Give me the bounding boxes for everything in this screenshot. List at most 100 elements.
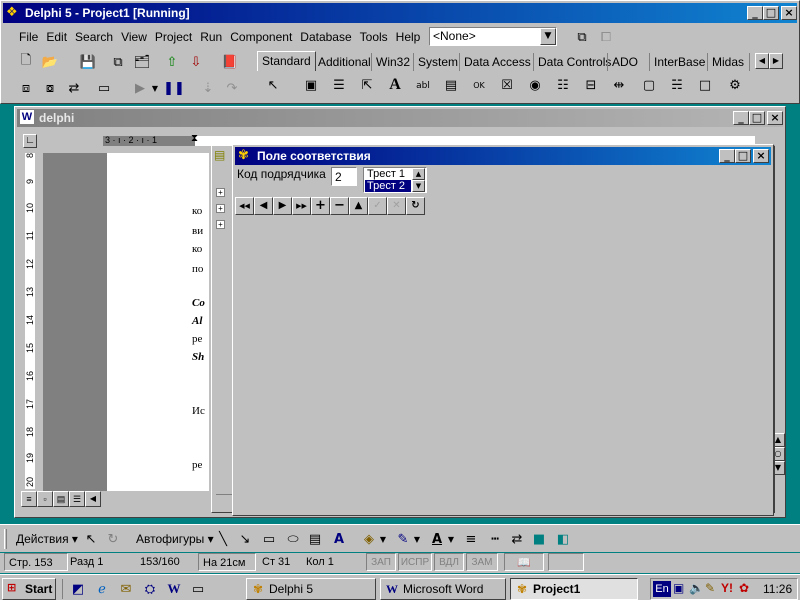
menu-help[interactable]: Help [392, 26, 425, 48]
toggle-icon[interactable]: ⇄ [63, 77, 85, 99]
page-view-button[interactable]: ▤ [53, 491, 69, 507]
delphi-close-button[interactable]: × [781, 6, 797, 20]
clock[interactable]: 11:26 [763, 582, 792, 596]
arrow-pointer-icon[interactable]: ↖ [263, 77, 283, 95]
tree-expand-icon[interactable]: + [216, 188, 225, 197]
remove-file-icon[interactable]: ⇩ [185, 51, 207, 73]
textbox-icon[interactable]: ▤ [304, 528, 326, 550]
dialog-maximize-button[interactable]: □ [735, 149, 751, 163]
tab-standard[interactable]: Standard [257, 51, 316, 71]
dash-style-icon[interactable]: ┅ [484, 528, 506, 550]
palette-scroll-left[interactable]: ◀ [755, 53, 769, 69]
groupbox-icon[interactable]: ▢ [639, 77, 659, 95]
outline-view-button[interactable]: ☰ [69, 491, 85, 507]
status-rec[interactable]: ЗАП [366, 553, 396, 571]
word-title-bar[interactable]: W delphi _ □ × [17, 109, 783, 127]
rectangle-icon[interactable]: ▭ [258, 528, 280, 550]
tree-expand-icon[interactable]: + [216, 204, 225, 213]
run-icon[interactable]: ▶ [129, 77, 151, 99]
tab-win32[interactable]: Win32 [371, 53, 414, 71]
dialog-close-button[interactable]: × [753, 149, 769, 163]
tab-ado[interactable]: ADO [607, 53, 642, 71]
line-color-icon[interactable]: ✎ [392, 528, 414, 550]
volume-icon[interactable]: 🔈 [689, 581, 704, 595]
line-color-dropdown-icon[interactable]: ▼ [412, 528, 422, 550]
toolbar-grip[interactable] [4, 529, 7, 549]
shadow-icon[interactable]: ■ [528, 528, 550, 550]
oval-icon[interactable]: ⬭ [282, 528, 304, 550]
desktop-config-combo[interactable]: <None> ▼ [429, 27, 557, 46]
popup-menu-icon[interactable]: ⇱ [357, 77, 377, 95]
taskbar-project1[interactable]: ✾ Project1 [510, 578, 638, 600]
button-icon[interactable]: OK [469, 77, 489, 95]
combo-dropdown-button[interactable]: ▼ [540, 28, 556, 45]
memo-icon[interactable]: ▤ [441, 77, 461, 95]
start-button[interactable]: ⊞ Start [2, 578, 56, 600]
menu-file[interactable]: File [15, 26, 42, 48]
nav-first-button[interactable]: ◀◀ [235, 197, 254, 215]
radio-button-icon[interactable]: ◉ [525, 77, 545, 95]
listbox-scroll-up[interactable]: ▲ [412, 168, 425, 180]
menu-database[interactable]: Database [296, 26, 355, 48]
menu-search[interactable]: Search [71, 26, 117, 48]
radiogroup-icon[interactable]: ☵ [667, 77, 687, 95]
view-unit-icon[interactable]: ⧈ [15, 77, 37, 99]
menu-run[interactable]: Run [196, 26, 226, 48]
font-color-icon[interactable]: A [426, 528, 448, 550]
listbox-icon[interactable]: ☷ [553, 77, 573, 95]
main-menu-icon[interactable]: ☰ [329, 77, 349, 95]
nav-next-button[interactable]: ▶ [273, 197, 292, 215]
contractor-code-input[interactable]: 2 [331, 167, 357, 186]
fill-color-icon[interactable]: ◈ [358, 528, 380, 550]
label-icon[interactable]: A [385, 76, 405, 94]
trace-into-icon[interactable]: ⇣ [197, 77, 219, 99]
tab-stop-selector[interactable]: ∟ [23, 134, 37, 148]
tree-expand-icon[interactable]: + [216, 220, 225, 229]
nav-cancel-button[interactable]: ✕ [387, 197, 406, 215]
listbox-scroll-down[interactable]: ▼ [412, 180, 425, 192]
wordart-icon[interactable]: A [328, 528, 350, 550]
menu-edit[interactable]: Edit [42, 26, 71, 48]
web-view-button[interactable]: ▫ [37, 491, 53, 507]
nav-delete-button[interactable]: − [330, 197, 349, 215]
help-book-icon[interactable]: 📕 [219, 51, 241, 73]
actions-menu[interactable]: Действия ▾ [16, 532, 78, 546]
delphi-title-bar[interactable]: ❖ Delphi 5 - Project1 [Running] _ □ × [3, 3, 797, 23]
panel-icon[interactable]: □ [695, 77, 715, 95]
word-restore-button[interactable]: □ [749, 111, 765, 125]
delphi-maximize-button[interactable]: □ [763, 6, 779, 20]
hscroll-left-button[interactable]: ◀ [85, 491, 101, 507]
font-color-dropdown-icon[interactable]: ▼ [446, 528, 456, 550]
palette-scroll-right[interactable]: ▶ [769, 53, 783, 69]
new-form-button-icon[interactable]: ▭ [93, 77, 115, 99]
tray-program-icon[interactable]: ▣ [673, 581, 684, 595]
open-icon[interactable]: 📂 [39, 51, 61, 73]
ruler-indent-marker[interactable]: ⧗ [191, 133, 198, 144]
view-form-icon[interactable]: ⧇ [39, 77, 61, 99]
edit-icon[interactable]: abl [413, 77, 433, 95]
checkbox-icon[interactable]: ☒ [497, 77, 517, 95]
status-trk[interactable]: ИСПР [398, 553, 432, 571]
arrow-style-icon[interactable]: ⇄ [506, 528, 528, 550]
menu-tools[interactable]: Tools [356, 26, 392, 48]
tray-yahoo-icon[interactable]: Y! [721, 581, 733, 595]
word-close-button[interactable]: × [767, 111, 783, 125]
save-icon[interactable]: 💾 [77, 51, 99, 73]
combobox-icon[interactable]: ⊟ [581, 77, 601, 95]
document-page[interactable] [107, 153, 193, 491]
action-list-icon[interactable]: ⚙ [725, 77, 745, 95]
pause-icon[interactable]: ❚❚ [163, 77, 185, 99]
status-ovr[interactable]: ЗАМ [466, 553, 498, 571]
autoshapes-menu[interactable]: Автофигуры ▾ [136, 532, 214, 546]
list-item[interactable]: Трест 1 [365, 168, 411, 180]
tab-interbase[interactable]: InterBase [649, 53, 709, 71]
document-text-strip[interactable]: ко ви ко по Co Al ре Sh Ис ре [191, 153, 209, 491]
fill-color-dropdown-icon[interactable]: ▼ [378, 528, 388, 550]
run-dropdown-icon[interactable]: ▼ [149, 77, 161, 99]
word-quicklaunch-icon[interactable]: W [163, 578, 185, 600]
line-icon[interactable]: ╲ [212, 528, 234, 550]
line-style-icon[interactable]: ≡ [460, 528, 482, 550]
tab-additional[interactable]: Additional [313, 53, 375, 71]
step-over-icon[interactable]: ↷ [221, 77, 243, 99]
menu-project[interactable]: Project [151, 26, 196, 48]
